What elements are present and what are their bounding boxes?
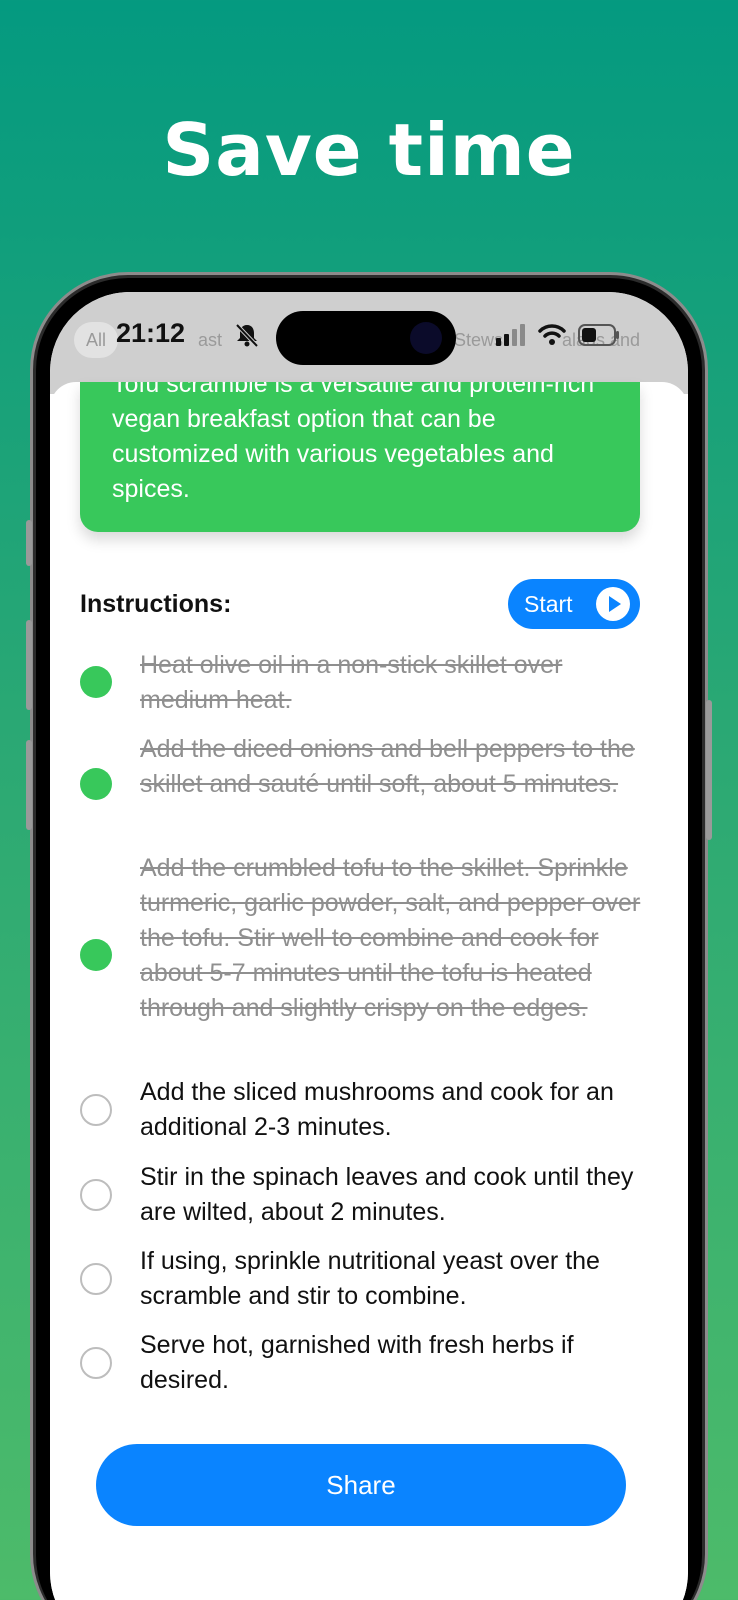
step-checkbox[interactable] <box>80 1094 112 1126</box>
step-text: Add the diced onions and bell peppers to… <box>140 735 635 798</box>
wifi-icon <box>538 324 566 345</box>
step-checkbox[interactable] <box>80 1179 112 1211</box>
cellular-signal-icon <box>496 324 525 346</box>
step-text: If using, sprinkle nutritional yeast ove… <box>140 1247 600 1310</box>
headline: Save time <box>162 108 576 192</box>
step-checkbox[interactable] <box>80 1263 112 1295</box>
phone-power-button <box>706 700 712 840</box>
step-text: Heat olive oil in a non-stick skillet ov… <box>140 651 563 714</box>
step-checkbox[interactable] <box>80 1347 112 1379</box>
step-checkbox[interactable] <box>80 768 112 800</box>
chip-breakfast[interactable]: ast <box>186 322 234 358</box>
step-text: Add the sliced mushrooms and cook for an… <box>140 1078 614 1141</box>
phone-volume-up-button <box>26 620 32 710</box>
phone-screen: All ast Stews alads and 21:12 Tofu scram… <box>50 292 688 1600</box>
bell-muted-icon <box>235 323 259 348</box>
instructions-title: Instructions: <box>80 590 232 618</box>
start-button-label: Start <box>524 591 573 617</box>
status-time: 21:12 <box>116 318 186 348</box>
chip-all[interactable]: All <box>74 322 119 358</box>
play-icon <box>596 587 630 621</box>
step-text: Serve hot, garnished with fresh herbs if… <box>140 1331 574 1394</box>
recipe-content: Tofu scramble is a versatile and protein… <box>50 382 688 1600</box>
start-button[interactable]: Start <box>508 579 640 629</box>
phone-volume-down-button <box>26 740 32 830</box>
step-checkbox[interactable] <box>80 666 112 698</box>
share-button[interactable]: Share <box>96 1444 626 1526</box>
step-text: Add the crumbled tofu to the skillet. Sp… <box>140 854 641 1022</box>
recipe-description: Tofu scramble is a versatile and protein… <box>112 382 595 503</box>
step-checkbox[interactable] <box>80 939 112 971</box>
step-text: Stir in the spinach leaves and cook unti… <box>140 1163 634 1226</box>
phone-side-button <box>26 520 32 566</box>
description-card: Tofu scramble is a versatile and protein… <box>80 382 640 532</box>
battery-icon <box>578 324 619 346</box>
camera-icon <box>410 322 442 354</box>
